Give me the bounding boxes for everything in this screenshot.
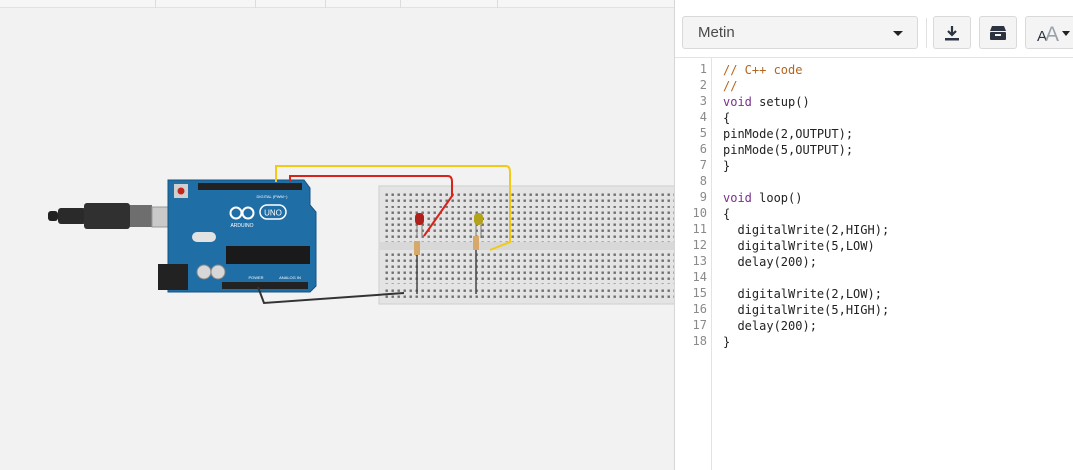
line-number: 17: [692, 318, 707, 332]
line-number: 14: [692, 270, 707, 284]
code-line: }: [723, 335, 731, 349]
chevron-down-icon: [1062, 31, 1070, 36]
code-keyword: void: [723, 95, 752, 109]
line-number: 18: [692, 334, 707, 348]
code-line: }: [723, 159, 731, 173]
digital-header-label: DIGITAL (PWM~): [257, 194, 289, 199]
library-box-icon: [990, 25, 1006, 40]
code-line: delay(200);: [723, 319, 817, 333]
line-number: 13: [692, 254, 707, 268]
board-model-label: UNO: [264, 209, 282, 218]
line-number: 4: [699, 110, 707, 124]
font-size-button[interactable]: A A: [1025, 16, 1073, 49]
download-icon: [945, 25, 959, 40]
usb-cable[interactable]: [48, 203, 189, 229]
line-number: 3: [699, 94, 707, 108]
code-line: digitalWrite(5,LOW): [723, 239, 875, 253]
code-text: loop(): [751, 191, 803, 205]
code-line: // C++ code: [723, 63, 803, 77]
arduino-board[interactable]: UNO ARDUINO DIGITAL (PWM~) POWER ANALOG …: [158, 179, 317, 293]
line-number: 1: [699, 62, 707, 76]
line-number: 15: [692, 286, 707, 300]
code-line: pinMode(5,OUTPUT);: [723, 143, 854, 157]
font-size-icon: A A: [1037, 23, 1059, 44]
toolbar-divider: [926, 18, 927, 48]
board-brand-label: ARDUINO: [230, 223, 253, 229]
line-number: 6: [699, 142, 707, 156]
line-number: 9: [699, 190, 707, 204]
libraries-button[interactable]: [979, 16, 1017, 49]
svg-text:A: A: [1045, 23, 1059, 44]
chevron-down-icon: [893, 31, 903, 36]
power-label: POWER: [248, 275, 263, 280]
code-panel: Metin A A 1 2 3 4 5 6 7 8 9 10 11 12 13 14 15 1: [674, 0, 1073, 470]
code-line: digitalWrite(2,HIGH);: [723, 223, 890, 237]
code-line: void setup(): [723, 94, 810, 110]
line-number: 7: [699, 158, 707, 172]
code-line: void loop(): [723, 190, 802, 206]
code-mode-label: Metin: [698, 24, 735, 41]
code-editor[interactable]: 1 2 3 4 5 6 7 8 9 10 11 12 13 14 15 16 17 18 // C++ code /…: [675, 58, 1073, 470]
line-number: 16: [692, 302, 707, 316]
code-mode-dropdown[interactable]: Metin: [682, 16, 918, 49]
line-number: 12: [692, 238, 707, 252]
code-text: setup(): [751, 95, 810, 109]
code-line: {: [723, 207, 731, 221]
analog-label: ANALOG IN: [279, 275, 301, 280]
code-keyword: void: [723, 191, 752, 205]
code-line: digitalWrite(5,HIGH);: [723, 303, 890, 317]
code-line: //: [723, 79, 738, 93]
download-button[interactable]: [933, 16, 971, 49]
code-panel-toolbar: Metin A A: [675, 8, 1073, 58]
code-line: digitalWrite(2,LOW);: [723, 287, 882, 301]
line-number: 11: [692, 222, 707, 236]
line-number: 2: [699, 78, 707, 92]
code-line: {: [723, 111, 731, 125]
line-number: 10: [692, 206, 707, 220]
circuit-drawing: UNO ARDUINO DIGITAL (PWM~) POWER ANALOG …: [48, 165, 674, 305]
circuit-canvas[interactable]: UNO ARDUINO DIGITAL (PWM~) POWER ANALOG …: [0, 0, 674, 470]
line-number: 8: [699, 174, 707, 188]
code-line: delay(200);: [723, 255, 817, 269]
breadboard[interactable]: [378, 185, 674, 305]
line-number-gutter: 1 2 3 4 5 6 7 8 9 10 11 12 13 14 15 16 17 18: [675, 58, 712, 470]
code-line: pinMode(2,OUTPUT);: [723, 127, 854, 141]
line-number: 5: [699, 126, 707, 140]
